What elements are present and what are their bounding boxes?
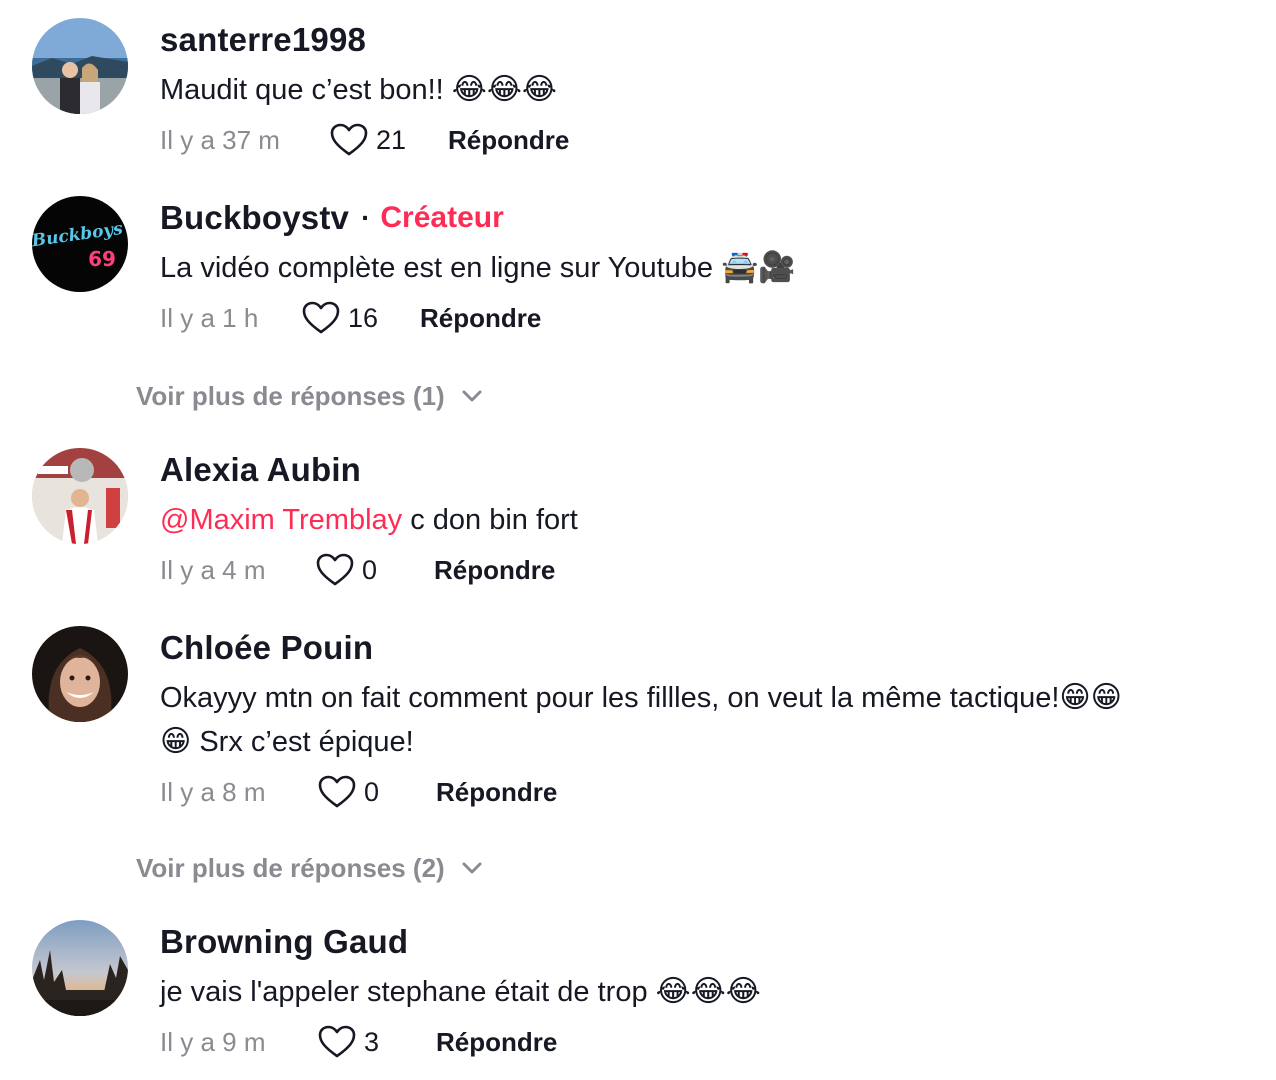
like-count: 0 [362,554,378,585]
reply-button[interactable]: Répondre [448,125,569,156]
avatar[interactable] [32,18,128,114]
like-button[interactable]: 21 [330,123,424,157]
timestamp: Il y a 4 m [160,554,266,585]
comment-text-content: Maudit que c’est bon!! [160,74,444,106]
avatar[interactable] [32,448,128,544]
heart-outline-icon [316,553,354,586]
comments-list: santerre1998 Maudit que c’est bon!! 😂😂😂 … [0,0,1276,1080]
like-count: 16 [348,302,379,333]
avatar[interactable] [32,626,128,722]
like-button[interactable]: 3 [318,1025,412,1059]
comment-text-content: c don bin fort [402,504,578,536]
reply-button[interactable]: Répondre [436,1027,557,1058]
like-count: 21 [376,124,407,155]
avatar[interactable] [32,920,128,1016]
creator-badge: Créateur [380,201,504,234]
heart-outline-icon [302,301,340,334]
like-count: 3 [364,1026,380,1057]
comment-text-content: je vais l'appeler stephane était de trop [160,976,648,1008]
username[interactable]: Chloée Pouin [160,629,373,667]
user-mention[interactable]: @Maxim Tremblay [160,504,402,536]
comment-text-content: Srx c’est épique! [191,726,414,758]
avatar-photo [32,448,128,544]
timestamp: Il y a 1 h [160,302,259,333]
like-button[interactable]: 0 [316,553,410,587]
chevron-down-icon [462,390,482,402]
emoji: 🚔🎥 [721,250,796,285]
comment-text-content: La vidéo complète est en ligne sur Youtu… [160,252,714,284]
like-count: 0 [364,776,380,807]
username[interactable]: Buckboystv [160,199,349,237]
view-more-replies[interactable]: Voir plus de réponses (1) [136,378,483,414]
emoji: 😁 [160,724,192,759]
emoji: 😂😂😂 [655,974,761,1009]
reply-button[interactable]: Répondre [420,303,541,334]
username[interactable]: santerre1998 [160,21,366,59]
avatar-photo [32,18,128,114]
like-button[interactable]: 0 [318,775,412,809]
reply-button[interactable]: Répondre [434,555,555,586]
chevron-down-icon [462,862,482,874]
comment-text: La vidéo complète est en ligne sur Youtu… [160,246,1236,290]
view-more-replies[interactable]: Voir plus de réponses (2) [136,850,483,886]
avatar[interactable]: Buckboys 69 [32,196,128,292]
view-more-label: Voir plus de réponses (2) [136,852,445,883]
comment-text-content: Okayyy mtn on fait comment pour les fill… [160,682,1060,714]
heart-outline-icon [330,123,368,156]
view-more-label: Voir plus de réponses (1) [136,380,445,411]
avatar-photo [32,920,128,1016]
comment-text: @Maxim Tremblay c don bin fort [160,498,1236,542]
username[interactable]: Browning Gaud [160,923,408,961]
comment-text: Maudit que c’est bon!! 😂😂😂 [160,68,1236,112]
comment-text: je vais l'appeler stephane était de trop… [160,970,1236,1014]
comment-text: Okayyy mtn on fait comment pour les fill… [160,676,1236,764]
timestamp: Il y a 37 m [160,124,280,155]
timestamp: Il y a 8 m [160,776,266,807]
heart-outline-icon [318,1025,356,1058]
like-button[interactable]: 16 [302,301,396,335]
username[interactable]: Alexia Aubin [160,451,361,489]
emoji: 😁😁 [1059,680,1122,715]
heart-outline-icon [318,775,356,808]
separator-dot: · [361,202,371,233]
svg-text:69: 69 [88,247,116,271]
avatar-logo: Buckboys 69 [32,196,128,292]
avatar-photo [32,626,128,722]
timestamp: Il y a 9 m [160,1026,266,1057]
reply-button[interactable]: Répondre [436,777,557,808]
emoji: 😂😂😂 [451,72,557,107]
